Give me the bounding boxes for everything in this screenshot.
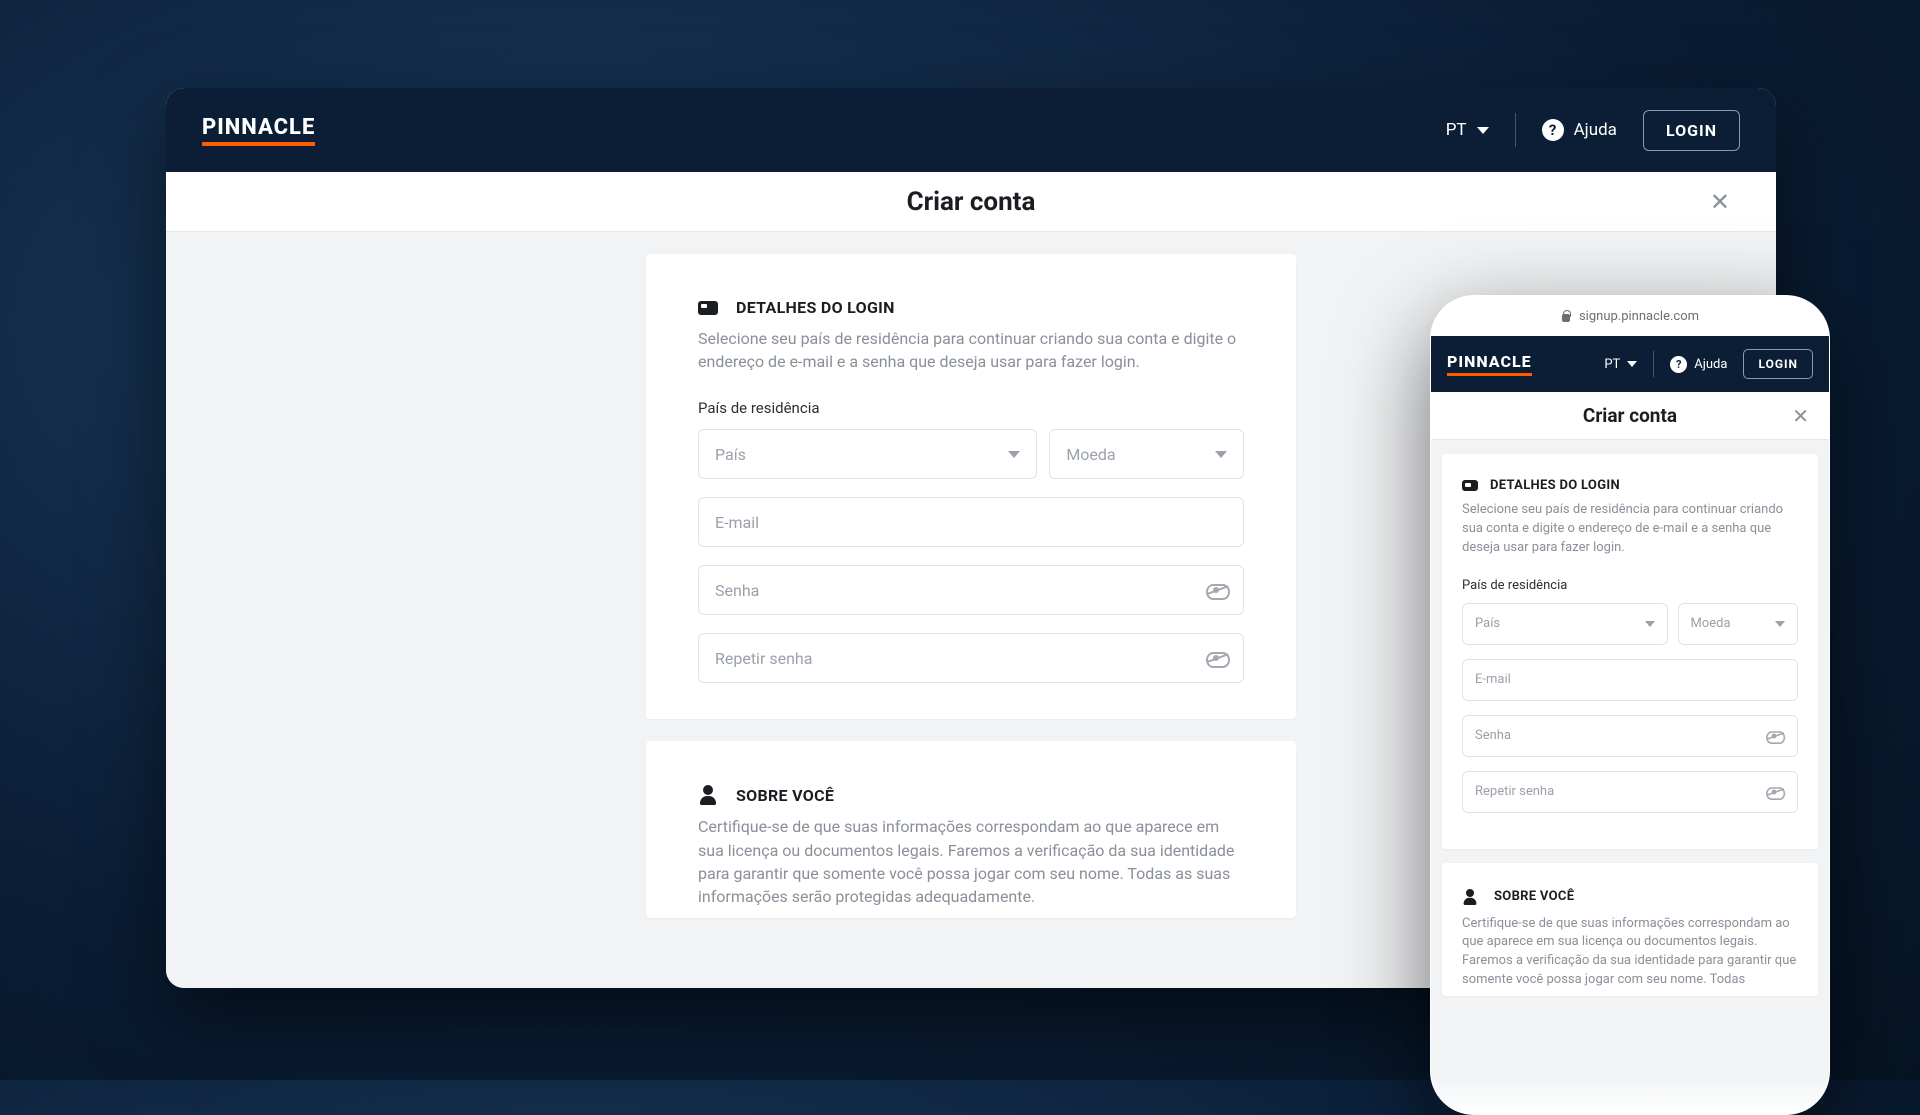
help-label: Ajuda <box>1574 120 1617 140</box>
id-card-icon <box>1462 480 1478 491</box>
help-icon: ? <box>1542 119 1564 141</box>
chevron-down-icon <box>1627 361 1637 367</box>
eye-off-icon[interactable] <box>1765 727 1783 745</box>
login-section-title: DETALHES DO LOGIN <box>736 298 895 317</box>
currency-select[interactable]: Moeda <box>1678 603 1798 645</box>
repeat-password-placeholder: Repetir senha <box>715 649 812 668</box>
brand-underline <box>202 142 315 146</box>
mobile-device-frame: signup.pinnacle.com PINNACLE PT ? Ajuda … <box>1430 295 1830 1115</box>
about-section-header: SOBRE VOCÊ <box>1462 887 1798 907</box>
header-right-group: PT ? Ajuda LOGIN <box>1446 110 1740 151</box>
language-code: PT <box>1604 357 1620 372</box>
residence-country-label: País de residência <box>698 399 1244 417</box>
login-details-card: DETALHES DO LOGIN Selecione seu país de … <box>1442 454 1818 849</box>
language-picker[interactable]: PT <box>1604 357 1637 372</box>
repeat-password-field[interactable]: Repetir senha <box>1462 771 1798 813</box>
mobile-url: signup.pinnacle.com <box>1579 309 1699 324</box>
help-link[interactable]: ? Ajuda <box>1670 356 1727 373</box>
page-title-bar: Criar conta ✕ <box>1431 392 1829 440</box>
eye-off-icon[interactable] <box>1765 783 1783 801</box>
id-card-icon <box>698 301 718 315</box>
country-currency-row: País Moeda <box>1462 603 1798 645</box>
header-divider <box>1515 113 1516 147</box>
login-section-description: Selecione seu país de residência para co… <box>698 327 1244 373</box>
login-button[interactable]: LOGIN <box>1643 110 1740 151</box>
repeat-password-field[interactable]: Repetir senha <box>698 633 1244 683</box>
currency-select[interactable]: Moeda <box>1049 429 1244 479</box>
language-picker[interactable]: PT <box>1446 120 1489 140</box>
brand-logo: PINNACLE <box>202 115 315 146</box>
email-field[interactable]: E-mail <box>698 497 1244 547</box>
chevron-down-icon <box>1645 621 1655 627</box>
close-icon[interactable]: ✕ <box>1792 406 1809 426</box>
email-field[interactable]: E-mail <box>1462 659 1798 701</box>
person-icon <box>698 785 718 805</box>
password-field[interactable]: Senha <box>1462 715 1798 757</box>
about-section-title: SOBRE VOCÊ <box>1494 889 1574 904</box>
currency-placeholder: Moeda <box>1066 445 1115 464</box>
country-select[interactable]: País <box>698 429 1037 479</box>
login-section-header: DETALHES DO LOGIN <box>1462 478 1798 493</box>
email-placeholder: E-mail <box>1475 672 1511 687</box>
brand-name: PINNACLE <box>1447 352 1532 371</box>
about-section-header: SOBRE VOCÊ <box>698 785 1244 805</box>
about-you-card: SOBRE VOCÊ Certifique-se de que suas inf… <box>1442 863 1818 996</box>
header-right-group: PT ? Ajuda LOGIN <box>1604 349 1813 379</box>
brand-logo: PINNACLE <box>1447 352 1532 376</box>
login-section-title: DETALHES DO LOGIN <box>1490 478 1620 493</box>
brand-name: PINNACLE <box>202 115 315 140</box>
repeat-password-placeholder: Repetir senha <box>1475 784 1554 799</box>
chevron-down-icon <box>1008 451 1020 458</box>
country-currency-row: País Moeda <box>698 429 1244 479</box>
app-header: PINNACLE PT ? Ajuda LOGIN <box>1431 336 1829 392</box>
login-section-header: DETALHES DO LOGIN <box>698 298 1244 317</box>
app-header: PINNACLE PT ? Ajuda LOGIN <box>166 88 1776 172</box>
header-divider <box>1653 351 1654 377</box>
password-field[interactable]: Senha <box>698 565 1244 615</box>
page-title: Criar conta <box>1583 404 1677 427</box>
currency-placeholder: Moeda <box>1691 616 1731 631</box>
mobile-address-bar: signup.pinnacle.com <box>1431 296 1829 336</box>
help-label: Ajuda <box>1694 357 1727 372</box>
login-button[interactable]: LOGIN <box>1743 349 1813 379</box>
chevron-down-icon <box>1477 127 1489 134</box>
password-placeholder: Senha <box>715 581 759 600</box>
country-select[interactable]: País <box>1462 603 1668 645</box>
email-placeholder: E-mail <box>715 513 759 532</box>
about-section-title: SOBRE VOCÊ <box>736 786 834 805</box>
eye-off-icon[interactable] <box>1205 647 1227 669</box>
eye-off-icon[interactable] <box>1205 579 1227 601</box>
residence-country-label: País de residência <box>1462 578 1798 593</box>
about-section-description: Certifique-se de que suas informações co… <box>1462 915 1798 990</box>
content-area: DETALHES DO LOGIN Selecione seu país de … <box>1431 440 1829 1114</box>
login-details-card: DETALHES DO LOGIN Selecione seu país de … <box>646 254 1296 719</box>
help-link[interactable]: ? Ajuda <box>1542 119 1617 141</box>
page-title: Criar conta <box>907 187 1036 217</box>
chevron-down-icon <box>1215 451 1227 458</box>
country-placeholder: País <box>715 445 746 464</box>
login-section-description: Selecione seu país de residência para co… <box>1462 501 1798 558</box>
country-placeholder: País <box>1475 616 1500 631</box>
help-icon: ? <box>1670 356 1687 373</box>
page-title-bar: Criar conta ✕ <box>166 172 1776 232</box>
about-section-description: Certifique-se de que suas informações co… <box>698 815 1244 908</box>
language-code: PT <box>1446 120 1467 140</box>
brand-underline <box>1447 373 1532 376</box>
about-you-card: SOBRE VOCÊ Certifique-se de que suas inf… <box>646 741 1296 918</box>
lock-icon <box>1561 310 1571 322</box>
close-icon[interactable]: ✕ <box>1710 190 1730 214</box>
chevron-down-icon <box>1775 621 1785 627</box>
password-placeholder: Senha <box>1475 728 1511 743</box>
person-icon <box>1462 889 1478 905</box>
